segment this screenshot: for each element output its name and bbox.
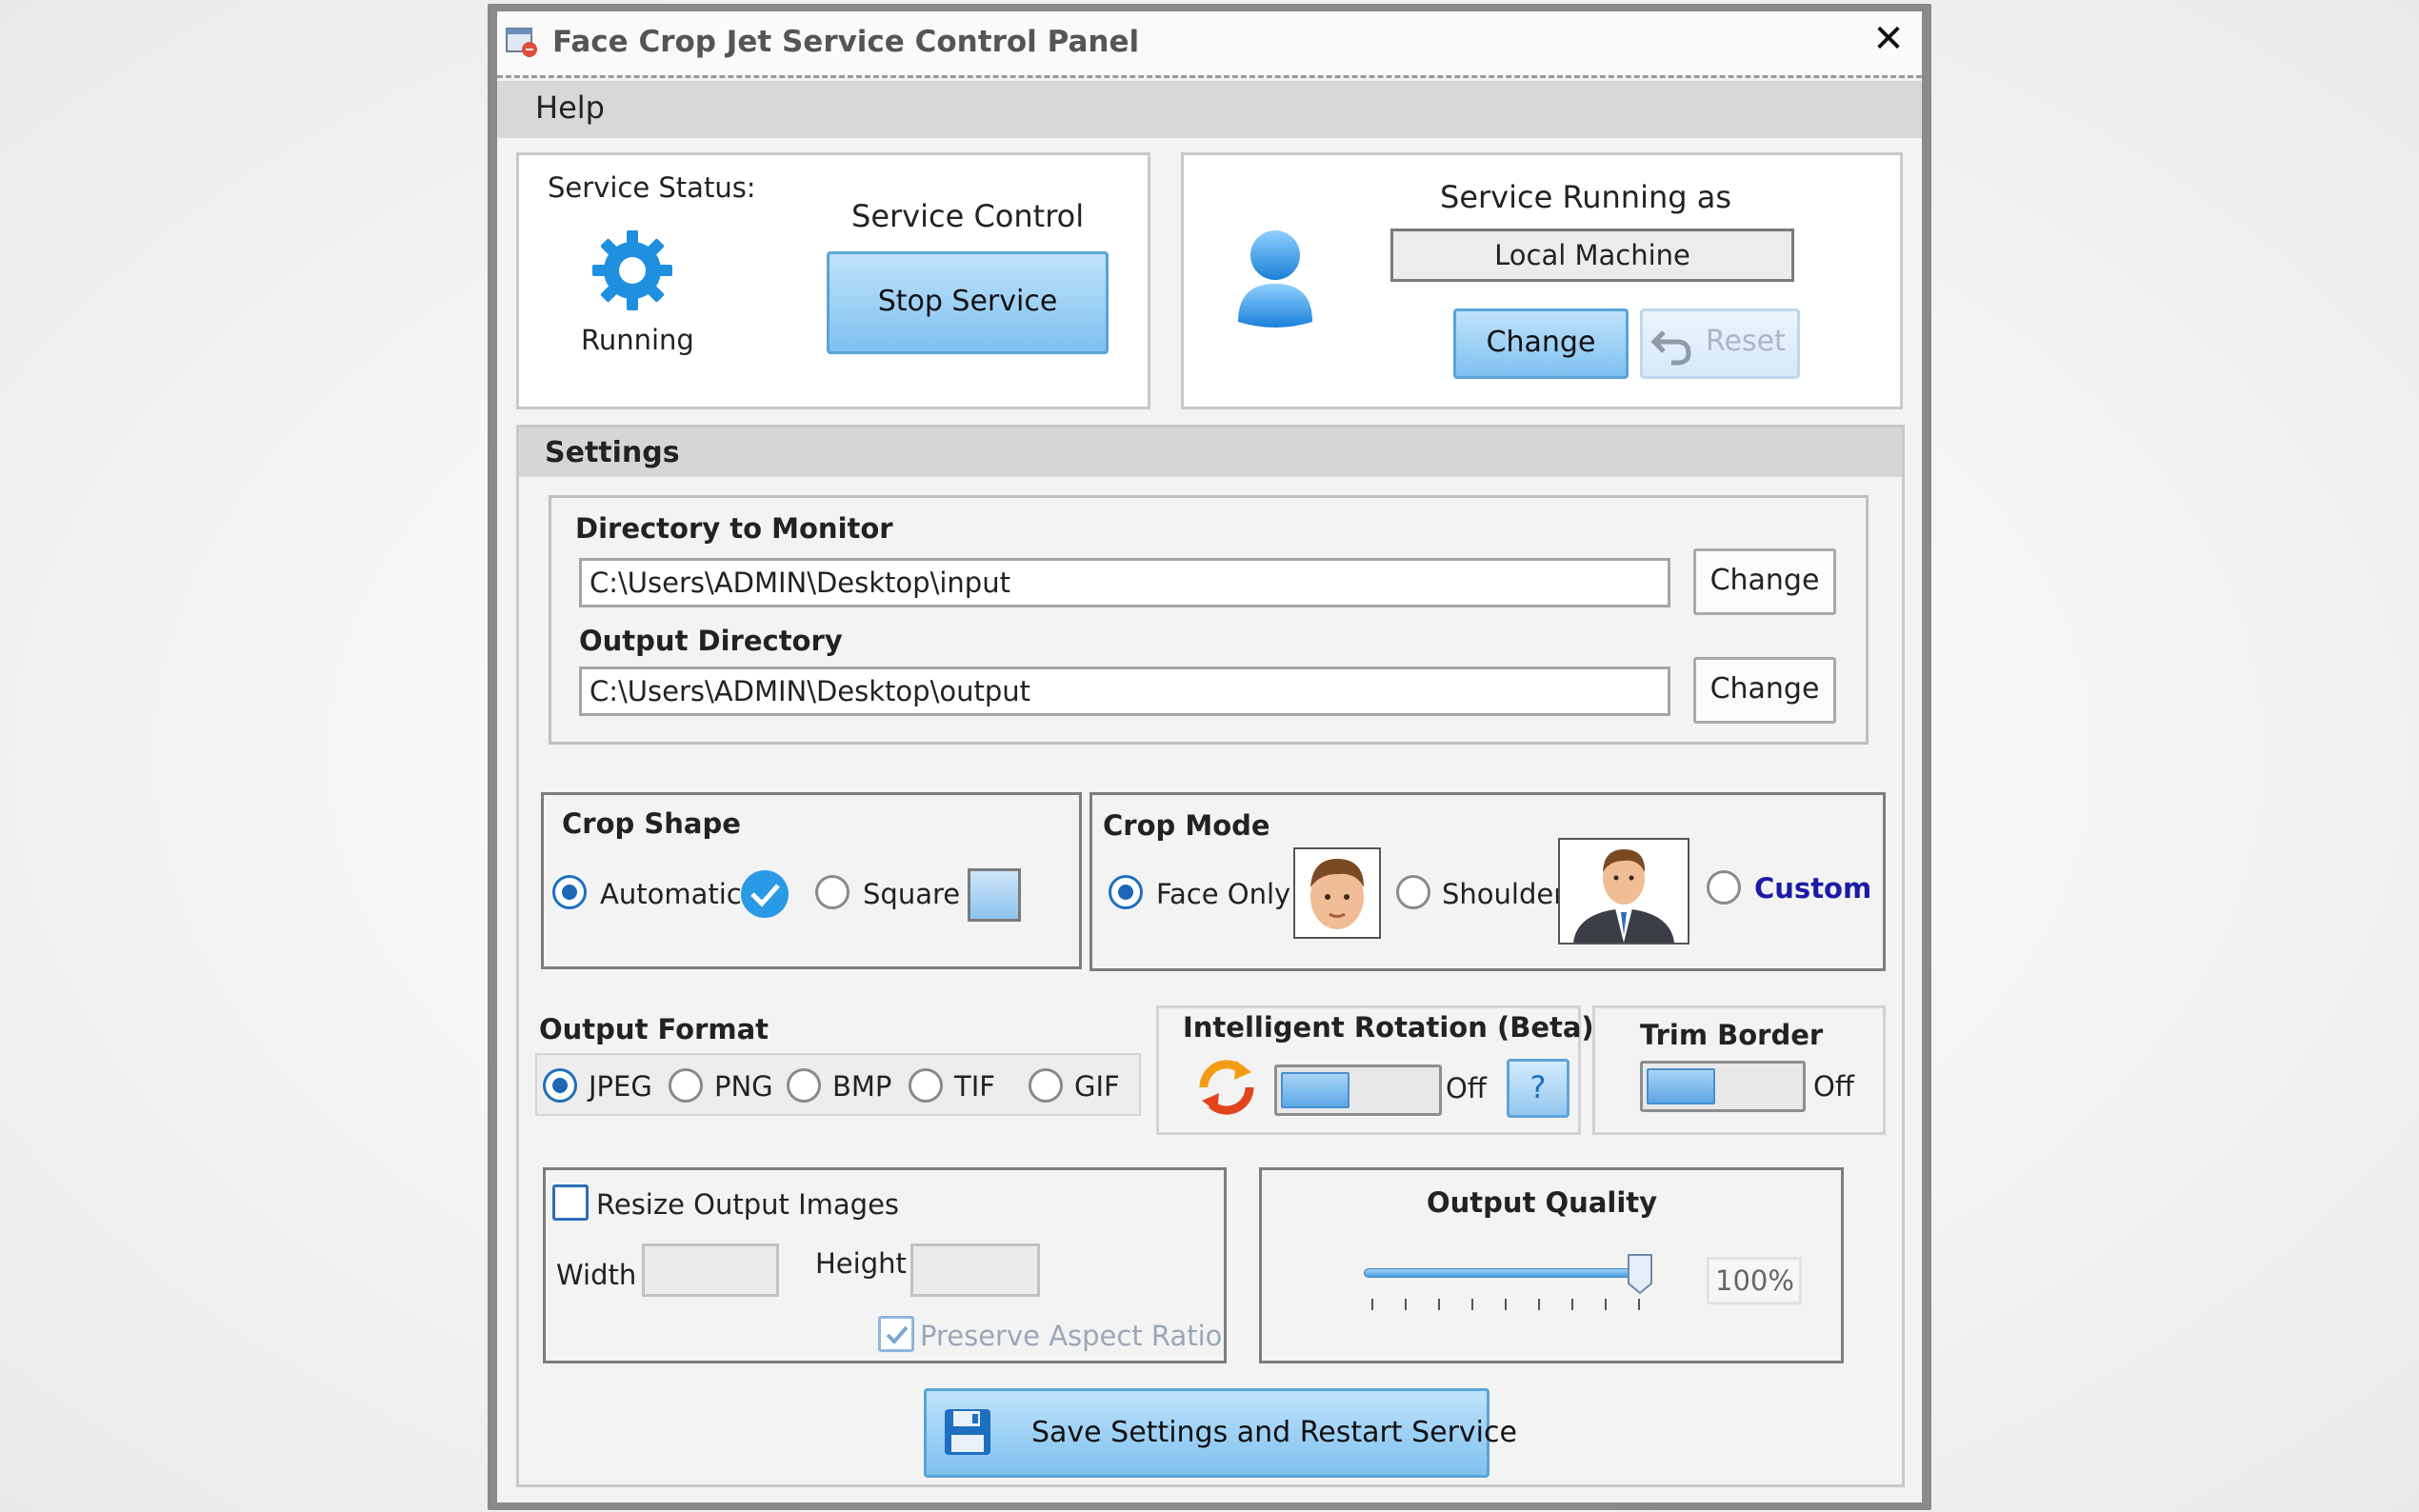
crop-shape-square-radio[interactable] [815, 875, 850, 909]
crop-mode-shoulder-radio[interactable] [1396, 875, 1430, 909]
slider-tick [1405, 1299, 1407, 1310]
undo-icon [1650, 323, 1694, 367]
gear-icon [589, 227, 676, 314]
service-status-label: Service Status: [548, 171, 756, 204]
reset-account-button[interactable]: Reset [1640, 308, 1800, 379]
format-png-radio[interactable] [669, 1068, 703, 1103]
height-label: Height [815, 1247, 907, 1280]
resize-output-label: Resize Output Images [596, 1188, 900, 1221]
crop-mode-label: Crop Mode [1103, 809, 1270, 842]
square-shape-icon [968, 868, 1021, 922]
trim-border-label: Trim Border [1640, 1019, 1824, 1051]
settings-header-bar [519, 428, 1902, 477]
crop-shape-automatic-label: Automatic [600, 878, 742, 910]
menu-help[interactable]: Help [535, 90, 605, 126]
slider-tick [1605, 1299, 1607, 1310]
width-label: Width [556, 1259, 637, 1291]
directory-to-monitor-label: Directory to Monitor [575, 512, 893, 545]
quality-slider-track [1364, 1268, 1644, 1278]
crop-shape-label: Crop Shape [562, 807, 741, 840]
output-directory-input[interactable]: C:\Users\ADMIN\Desktop\output [579, 666, 1670, 716]
format-tif-radio[interactable] [909, 1068, 943, 1103]
running-as-field: Local Machine [1390, 229, 1794, 282]
slider-tick [1638, 1299, 1640, 1310]
crop-mode-custom-link[interactable]: Custom [1754, 872, 1871, 905]
intelligent-rotation-state: Off [1446, 1072, 1487, 1104]
change-output-dir-button[interactable]: Change [1693, 657, 1836, 724]
trim-border-state: Off [1813, 1070, 1854, 1103]
save-button-label: Save Settings and Restart Service [1031, 1416, 1517, 1449]
face-only-preview-icon [1293, 847, 1381, 939]
app-icon [505, 25, 539, 59]
crop-mode-shoulder-label: Shoulder [1442, 878, 1566, 910]
slider-tick [1438, 1299, 1440, 1310]
quality-slider-thumb[interactable] [1627, 1253, 1653, 1295]
intelligent-rotation-toggle[interactable] [1274, 1064, 1442, 1116]
close-icon[interactable]: ✕ [1867, 17, 1910, 61]
directory-to-monitor-input[interactable]: C:\Users\ADMIN\Desktop\input [579, 558, 1670, 607]
crop-shape-automatic-radio[interactable] [552, 875, 587, 909]
toggle-knob [1647, 1068, 1715, 1104]
crop-shape-square-label: Square [863, 878, 961, 910]
stop-service-button[interactable]: Stop Service [827, 251, 1109, 354]
output-quality-label: Output Quality [1427, 1186, 1658, 1219]
menu-bar [497, 81, 1922, 138]
format-png-label: PNG [714, 1070, 773, 1103]
user-icon [1234, 227, 1316, 333]
service-control-label: Service Control [851, 198, 1085, 234]
slider-tick [1571, 1299, 1573, 1310]
checkmark-circle-icon [739, 868, 790, 920]
format-jpeg-label: JPEG [589, 1070, 652, 1103]
preserve-aspect-label: Preserve Aspect Ratio [920, 1320, 1223, 1352]
format-tif-label: TIF [954, 1070, 995, 1103]
resize-output-checkbox[interactable] [552, 1184, 589, 1221]
crop-mode-face-only-radio[interactable] [1109, 875, 1143, 909]
toggle-knob [1281, 1072, 1349, 1108]
height-input[interactable] [910, 1243, 1040, 1297]
settings-header: Settings [545, 436, 680, 469]
format-bmp-radio[interactable] [787, 1068, 821, 1103]
save-restart-button[interactable]: Save Settings and Restart Service [924, 1388, 1517, 1478]
service-status-value: Running [581, 324, 694, 356]
intelligent-rotation-label: Intelligent Rotation (Beta) [1183, 1011, 1594, 1044]
crop-mode-face-only-label: Face Only [1156, 878, 1291, 910]
help-icon[interactable]: ? [1507, 1059, 1569, 1118]
format-jpeg-radio[interactable] [543, 1068, 577, 1103]
shoulder-preview-icon [1558, 838, 1689, 945]
crop-mode-custom-radio[interactable] [1707, 870, 1741, 905]
width-input[interactable] [642, 1243, 779, 1297]
slider-tick [1371, 1299, 1373, 1310]
preserve-aspect-checkbox[interactable] [878, 1316, 914, 1352]
rotation-icon [1192, 1057, 1261, 1116]
format-bmp-label: BMP [832, 1070, 892, 1103]
format-gif-label: GIF [1074, 1070, 1120, 1103]
window-title: Face Crop Jet Service Control Panel [552, 25, 1140, 59]
trim-border-toggle[interactable] [1640, 1061, 1806, 1112]
output-directory-label: Output Directory [579, 625, 843, 657]
check-icon [886, 1325, 909, 1344]
format-gif-radio[interactable] [1029, 1068, 1063, 1103]
quality-slider-ticks [1371, 1299, 1648, 1312]
service-running-as-label: Service Running as [1440, 179, 1732, 215]
slider-tick [1538, 1299, 1540, 1310]
change-monitor-dir-button[interactable]: Change [1693, 548, 1836, 615]
change-account-button[interactable]: Change [1453, 308, 1629, 379]
floppy-disk-icon [942, 1406, 993, 1458]
slider-tick [1471, 1299, 1473, 1310]
slider-tick [1505, 1299, 1507, 1310]
reset-button-label: Reset [1706, 325, 1786, 358]
quality-value-field: 100% [1707, 1257, 1802, 1304]
output-format-label: Output Format [539, 1013, 770, 1045]
